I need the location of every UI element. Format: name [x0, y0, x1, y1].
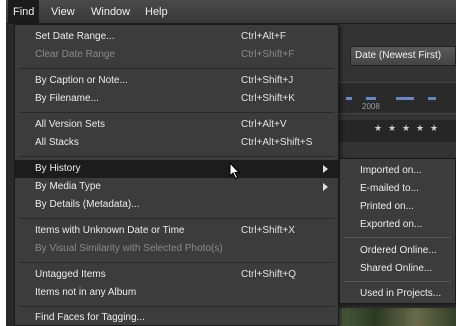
submenu-item-ordered-online[interactable]: Ordered Online...	[340, 242, 455, 260]
timeline[interactable]: 2008	[336, 82, 456, 114]
menu-item-clear-date-range: Clear Date Range Ctrl+Shift+F	[15, 46, 338, 64]
menu-item-shortcut: Ctrl+Shift+F	[241, 49, 295, 60]
menu-help[interactable]: Help	[140, 0, 173, 24]
menu-separator	[19, 112, 334, 113]
menu-item-shortcut: Ctrl+Shift+X	[241, 225, 295, 236]
menu-item-label: Items with Unknown Date or Time	[35, 225, 185, 236]
menu-item-label: Set Date Range...	[35, 31, 115, 42]
menu-item-set-date-range[interactable]: Set Date Range... Ctrl+Alt+F	[15, 28, 338, 46]
timeline-bar	[346, 97, 352, 100]
star-icon[interactable]: ★	[430, 123, 438, 134]
menu-item-shortcut: Ctrl+Alt+Shift+S	[241, 137, 313, 148]
menu-separator	[344, 281, 451, 282]
menu-find[interactable]: Find	[8, 0, 40, 24]
menu-item-all-stacks[interactable]: All Stacks Ctrl+Alt+Shift+S	[15, 134, 338, 152]
star-icon[interactable]: ★	[374, 123, 382, 134]
menu-item-label: Find Faces for Tagging...	[35, 312, 145, 323]
menu-item-label: By Visual Similarity with Selected Photo…	[35, 243, 223, 254]
submenu-item-label: Exported on...	[360, 219, 423, 230]
submenu-item-label: Ordered Online...	[360, 245, 437, 256]
menu-item-unknown-date-or-time[interactable]: Items with Unknown Date or Time Ctrl+Shi…	[15, 222, 338, 240]
menu-item-by-visual-similarity: By Visual Similarity with Selected Photo…	[15, 240, 338, 258]
menu-item-by-filename[interactable]: By Filename... Ctrl+Shift+K	[15, 90, 338, 108]
menu-item-by-caption-or-note[interactable]: By Caption or Note... Ctrl+Shift+J	[15, 72, 338, 90]
menu-window[interactable]: Window	[86, 0, 135, 24]
menu-item-shortcut: Ctrl+Alt+F	[241, 31, 287, 42]
menu-item-label: By Details (Metadata)...	[35, 199, 140, 210]
menu-item-label: Untagged Items	[35, 269, 106, 280]
menu-item-label: By Media Type	[35, 181, 101, 192]
submenu-item-label: Used in Projects...	[360, 288, 442, 299]
submenu-item-used-in-projects[interactable]: Used in Projects...	[340, 285, 455, 303]
menu-item-label: By Filename...	[35, 93, 99, 104]
menu-item-label: All Stacks	[35, 137, 79, 148]
menu-separator	[19, 218, 334, 219]
submenu-item-label: Shared Online...	[360, 263, 433, 274]
submenu-item-exported-on[interactable]: Exported on...	[340, 216, 455, 234]
submenu-arrow-icon	[323, 183, 328, 191]
menu-item-shortcut: Ctrl+Shift+J	[241, 75, 294, 86]
menu-item-label: By History	[35, 163, 81, 174]
photo-thumbnail[interactable]	[336, 308, 456, 326]
menu-item-untagged-items[interactable]: Untagged Items Ctrl+Shift+Q	[15, 266, 338, 284]
menu-view[interactable]: View	[46, 0, 80, 24]
menu-item-all-version-sets[interactable]: All Version Sets Ctrl+Alt+V	[15, 116, 338, 134]
menu-item-shortcut: Ctrl+Alt+V	[241, 119, 287, 130]
menu-item-shortcut: Ctrl+Shift+Q	[241, 269, 297, 280]
submenu-item-label: Imported on...	[360, 165, 422, 176]
menu-separator	[19, 262, 334, 263]
find-menu-dropdown: Set Date Range... Ctrl+Alt+F Clear Date …	[14, 24, 339, 326]
rating-filter: ★ ★ ★ ★ ★	[336, 120, 456, 142]
sort-order-select[interactable]: Date (Newest First)	[350, 46, 456, 66]
timeline-bar	[366, 97, 376, 100]
menu-item-by-details-metadata[interactable]: By Details (Metadata)...	[15, 196, 338, 214]
timeline-year-label: 2008	[362, 102, 380, 111]
menu-separator	[19, 68, 334, 69]
submenu-item-label: E-mailed to...	[360, 183, 419, 194]
submenu-item-label: Printed on...	[360, 201, 414, 212]
timeline-bar	[428, 97, 436, 100]
submenu-item-imported-on[interactable]: Imported on...	[340, 162, 455, 180]
menu-item-by-history[interactable]: By History	[15, 160, 338, 178]
menu-item-label: All Version Sets	[35, 119, 106, 130]
submenu-arrow-icon	[323, 165, 328, 173]
menu-item-not-in-any-album[interactable]: Items not in any Album	[15, 284, 338, 302]
menu-separator	[19, 306, 334, 307]
menu-bar: Find View Window Help	[6, 0, 456, 24]
menu-item-label: Items not in any Album	[35, 287, 137, 298]
star-icon[interactable]: ★	[402, 123, 410, 134]
star-icon[interactable]: ★	[388, 123, 396, 134]
application-window: Find View Window Help Date (Newest First…	[6, 0, 456, 326]
submenu-item-shared-online[interactable]: Shared Online...	[340, 260, 455, 278]
menu-separator	[344, 237, 451, 238]
star-icon[interactable]: ★	[416, 123, 424, 134]
timeline-bar	[396, 97, 414, 100]
mouse-pointer-icon	[229, 162, 241, 180]
menu-separator	[19, 156, 334, 157]
menu-item-label: By Caption or Note...	[35, 75, 128, 86]
menu-item-by-media-type[interactable]: By Media Type	[15, 178, 338, 196]
menu-item-shortcut: Ctrl+Shift+K	[241, 93, 295, 104]
submenu-item-e-mailed-to[interactable]: E-mailed to...	[340, 180, 455, 198]
by-history-submenu: Imported on... E-mailed to... Printed on…	[339, 158, 456, 304]
menu-item-label: Clear Date Range	[35, 49, 116, 60]
menu-item-find-faces-for-tagging[interactable]: Find Faces for Tagging...	[15, 309, 338, 326]
submenu-item-printed-on[interactable]: Printed on...	[340, 198, 455, 216]
